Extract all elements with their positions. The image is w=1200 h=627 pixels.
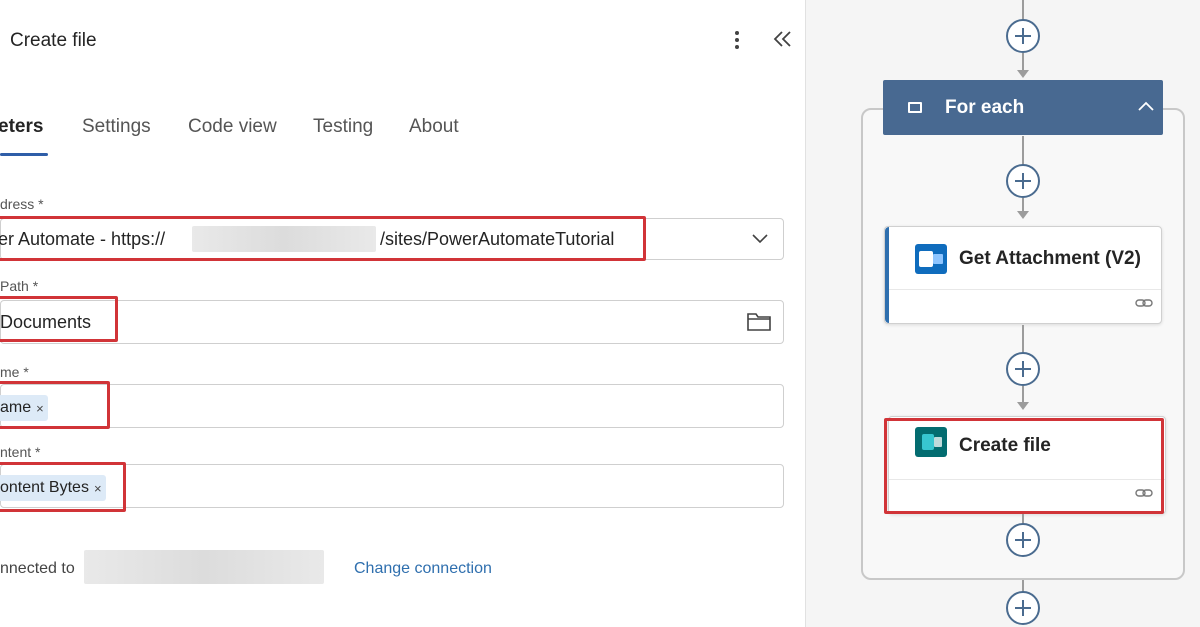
arrow-down-icon [1017,70,1029,78]
token-label: ontent Bytes [0,479,89,496]
site-address-value-suffix: /sites/PowerAutomateTutorial [380,229,615,249]
active-tab-indicator [0,153,48,156]
action-details-panel: Create file eters Settings Code view Tes… [0,0,805,627]
remove-token-icon[interactable]: × [36,401,44,416]
connector-line [1022,386,1024,402]
action-card-create-file[interactable]: Create file [888,416,1166,514]
token-label: ame [0,399,32,416]
connector-line [1022,53,1024,71]
collapse-caret-icon[interactable] [1137,100,1155,112]
remove-token-icon[interactable]: × [94,481,102,496]
tab-about[interactable]: About [409,116,459,138]
connector-line [1022,136,1024,166]
tab-parameters[interactable]: eters [0,116,43,138]
panel-title: Create file [10,30,97,51]
folder-path-value: Documents [0,312,92,332]
for-each-title: For each [945,97,1025,118]
flow-designer-canvas[interactable]: For each Get Attachment (V2) Create file [805,0,1200,627]
add-step-button[interactable] [1006,164,1040,198]
file-name-label: me * [0,364,29,380]
file-content-token[interactable]: ontent Bytes × [0,475,106,501]
connected-to-label: nnected to [0,560,75,577]
more-dot-icon [735,45,739,49]
folder-path-label: Path * [0,278,39,294]
file-content-label: ntent * [0,444,41,460]
file-name-input[interactable] [0,384,784,428]
outlook-icon [915,244,947,274]
change-connection-link[interactable]: Change connection [354,560,492,578]
card-divider [889,479,1165,480]
connector-line [1022,0,1024,20]
more-options-button[interactable] [727,26,747,54]
add-step-button[interactable] [1006,19,1040,53]
connector-line [1022,325,1024,353]
selected-accent [885,227,889,323]
action-card-get-attachment[interactable]: Get Attachment (V2) [884,226,1162,324]
add-step-button[interactable] [1006,352,1040,386]
sharepoint-icon [915,427,947,457]
more-dot-icon [735,31,739,35]
card-divider [889,289,1161,290]
folder-path-input[interactable] [0,300,784,344]
folder-icon[interactable] [745,309,773,333]
redacted-url [192,226,376,252]
add-step-button[interactable] [1006,523,1040,557]
chevron-down-icon[interactable] [750,230,770,246]
tab-code-view[interactable]: Code view [188,116,277,138]
site-address-label: dress * [0,196,44,212]
link-icon [1135,299,1153,307]
loop-icon [908,102,922,113]
arrow-down-icon [1017,402,1029,410]
connector-line [1022,198,1024,212]
action-title: Get Attachment (V2) [959,248,1141,269]
tab-testing[interactable]: Testing [313,116,373,138]
for-each-header[interactable]: For each [883,80,1163,135]
arrow-down-icon [1017,211,1029,219]
redacted-connection-name [84,550,324,584]
file-content-input[interactable] [0,464,784,508]
link-icon [1135,489,1153,497]
more-dot-icon [735,38,739,42]
collapse-panel-icon[interactable] [770,26,794,52]
site-address-value-prefix: er Automate - https:// [0,229,166,249]
tab-settings[interactable]: Settings [82,116,151,138]
action-title: Create file [959,435,1051,456]
add-step-button[interactable] [1006,591,1040,625]
file-name-token[interactable]: ame × [0,395,48,421]
